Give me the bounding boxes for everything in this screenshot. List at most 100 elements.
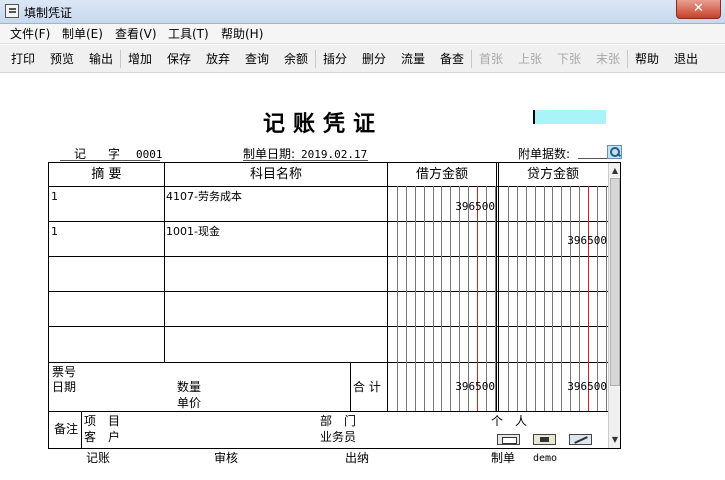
quantity-label: 数量 <box>177 380 202 394</box>
digit-grid-line <box>561 186 562 411</box>
row-divider <box>48 326 608 327</box>
print-button[interactable]: 打印 <box>7 48 39 70</box>
export-button[interactable]: 输出 <box>85 48 117 70</box>
digit-grid-line <box>552 186 553 411</box>
menu-file[interactable]: 文件(F) <box>10 26 50 42</box>
voucher-title: 记账凭证 <box>263 111 384 137</box>
digit-grid-line <box>579 186 580 411</box>
digit-grid-line <box>477 186 478 411</box>
maker-label: 制单 <box>491 451 516 465</box>
toolbar-separator <box>627 50 628 68</box>
digit-grid-line <box>597 186 598 411</box>
digit-grid-line <box>535 186 536 411</box>
digit-grid-line <box>508 186 509 411</box>
header-divider <box>48 186 608 187</box>
row-divider <box>48 362 608 363</box>
digit-grid-line <box>459 186 460 411</box>
balance-button[interactable]: 余额 <box>280 48 312 70</box>
menu-view[interactable]: 查看(V) <box>115 26 157 42</box>
save-button[interactable]: 保存 <box>163 48 195 70</box>
digit-grid-line <box>406 186 407 411</box>
row-2-account[interactable]: 1001-现金 <box>166 225 220 238</box>
remarks-label: 备注 <box>54 422 79 436</box>
preview-button[interactable]: 预览 <box>46 48 78 70</box>
row-1-summary[interactable]: 1 <box>51 190 58 203</box>
row-1-debit[interactable]: 396500 <box>388 200 495 213</box>
scroll-up-icon[interactable]: ▲ <box>609 165 621 177</box>
bookkeeper-label: 记账 <box>86 451 111 465</box>
delete-entry-button[interactable]: 删分 <box>358 48 390 70</box>
voucher-type[interactable]: 记 <box>74 147 86 161</box>
app-icon <box>5 4 19 18</box>
digit-grid-line <box>526 186 527 411</box>
date-underline <box>243 160 368 161</box>
total-debit: 396500 <box>455 380 495 393</box>
person-label: 个 人 <box>491 414 528 428</box>
cash-flow-button[interactable]: 流量 <box>397 48 429 70</box>
close-button[interactable]: ✕ <box>676 0 721 19</box>
insert-entry-button[interactable]: 插分 <box>319 48 351 70</box>
digit-grid-line <box>433 186 434 411</box>
first-voucher-button[interactable]: 首张 <box>475 48 507 70</box>
attachments-field[interactable] <box>578 158 607 159</box>
toolbar: 打印 预览 输出 增加 保存 放弃 查询 余额 插分 删分 流量 备查 首张 上… <box>0 45 725 73</box>
cashier-label: 出纳 <box>345 451 370 465</box>
digit-grid-line <box>495 186 496 411</box>
auditor-label: 审核 <box>214 451 239 465</box>
total-label: 合 计 <box>353 380 381 394</box>
digit-grid-line <box>441 186 442 411</box>
row-2-credit[interactable]: 396500 <box>499 234 607 247</box>
menu-tools[interactable]: 工具(T) <box>168 26 209 42</box>
digit-grid-line <box>450 186 451 411</box>
vertical-scrollbar[interactable]: ▲ ▼ <box>608 163 620 448</box>
prev-voucher-button[interactable]: 上张 <box>514 48 546 70</box>
menu-bar: 文件(F) 制单(E) 查看(V) 工具(T) 帮助(H) <box>0 24 725 44</box>
add-button[interactable]: 增加 <box>124 48 156 70</box>
total-credit: 396500 <box>567 380 607 393</box>
pen-icon[interactable] <box>569 434 592 445</box>
scroll-down-icon[interactable]: ▼ <box>609 434 621 446</box>
remarks-divider <box>81 411 82 449</box>
row-1-account[interactable]: 4107-劳务成本 <box>166 190 242 203</box>
digit-grid-line <box>606 186 607 411</box>
last-voucher-button[interactable]: 末张 <box>592 48 624 70</box>
voucher-input-box[interactable] <box>533 110 606 124</box>
discard-button[interactable]: 放弃 <box>202 48 234 70</box>
toolbar-separator <box>315 50 316 68</box>
digit-grid-line <box>397 186 398 411</box>
card-icon[interactable] <box>533 434 556 445</box>
credit-column-header: 贷方金额 <box>526 167 579 182</box>
debit-column-header: 借方金额 <box>415 167 468 182</box>
search-icon[interactable] <box>607 145 622 159</box>
total-label-divider <box>350 362 351 411</box>
next-voucher-button[interactable]: 下张 <box>553 48 585 70</box>
account-column-header: 科目名称 <box>249 167 302 182</box>
toolbar-separator <box>471 50 472 68</box>
ticket-date-label: 日期 <box>52 380 77 394</box>
debit-credit-divider <box>498 163 499 411</box>
row-divider <box>48 256 608 257</box>
digit-grid-line <box>468 186 469 411</box>
digit-grid-line <box>588 186 589 411</box>
digit-grid-line <box>415 186 416 411</box>
help-button[interactable]: 帮助 <box>631 48 663 70</box>
memo-check-button[interactable]: 备查 <box>436 48 468 70</box>
menu-help[interactable]: 帮助(H) <box>221 26 263 42</box>
row-divider <box>48 221 608 222</box>
digit-grid-line <box>424 186 425 411</box>
maker-name: demo <box>533 453 558 464</box>
unit-price-label: 单价 <box>177 396 202 410</box>
menu-edit[interactable]: 制单(E) <box>62 26 103 42</box>
digit-grid-line <box>486 186 487 411</box>
scroll-thumb[interactable] <box>610 178 620 386</box>
title-bar: 填制凭证 ✕ <box>0 0 725 24</box>
voucher-number-underline <box>60 160 160 161</box>
attachments-label: 附单据数: <box>518 147 571 161</box>
mail-icon[interactable] <box>497 434 520 445</box>
debit-credit-divider <box>496 163 497 411</box>
digit-grid-line <box>544 186 545 411</box>
query-button[interactable]: 查询 <box>241 48 273 70</box>
exit-button[interactable]: 退出 <box>670 48 702 70</box>
row-2-summary[interactable]: 1 <box>51 225 58 238</box>
digit-grid-line <box>570 186 571 411</box>
